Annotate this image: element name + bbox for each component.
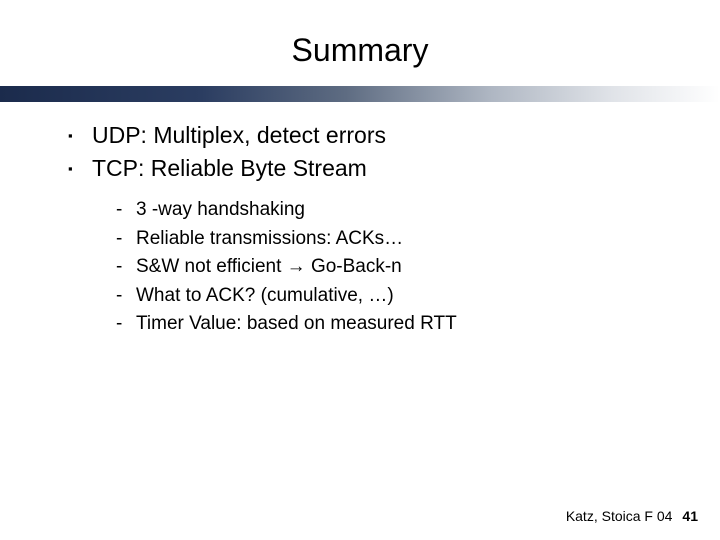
bullet-sub: - Reliable transmissions: ACKs… xyxy=(116,225,457,254)
bullet-text: TCP: Reliable Byte Stream xyxy=(92,153,367,184)
bullet-text: Reliable transmissions: ACKs… xyxy=(136,225,403,254)
bullet-sub: - Timer Value: based on measured RTT xyxy=(116,310,457,339)
title-divider xyxy=(0,86,720,102)
bullet-marker-icon: ▪ xyxy=(68,120,92,145)
bullet-sub: - S&W not efficient → Go-Back-n xyxy=(116,253,457,282)
bullet-text: 3 -way handshaking xyxy=(136,196,305,225)
bullet-text: S&W not efficient → Go-Back-n xyxy=(136,253,402,282)
bullet-text: What to ACK? (cumulative, …) xyxy=(136,282,394,311)
dash-icon: - xyxy=(116,253,136,282)
slide: Summary ▪ UDP: Multiplex, detect errors … xyxy=(0,0,720,540)
bullet-main: ▪ UDP: Multiplex, detect errors xyxy=(68,120,457,151)
sub-bullet-list: - 3 -way handshaking - Reliable transmis… xyxy=(116,196,457,339)
content-area: ▪ UDP: Multiplex, detect errors ▪ TCP: R… xyxy=(68,120,457,339)
dash-icon: - xyxy=(116,282,136,311)
bullet-marker-icon: ▪ xyxy=(68,153,92,178)
bullet-text: Timer Value: based on measured RTT xyxy=(136,310,457,339)
dash-icon: - xyxy=(116,196,136,225)
bullet-text: UDP: Multiplex, detect errors xyxy=(92,120,386,151)
bullet-sub: - 3 -way handshaking xyxy=(116,196,457,225)
footer-credit: Katz, Stoica F 04 xyxy=(566,508,673,524)
slide-title: Summary xyxy=(0,32,720,69)
page-number: 41 xyxy=(682,508,698,524)
footer: Katz, Stoica F 04 41 xyxy=(566,508,698,524)
bullet-main: ▪ TCP: Reliable Byte Stream xyxy=(68,153,457,184)
dash-icon: - xyxy=(116,225,136,254)
bullet-sub: - What to ACK? (cumulative, …) xyxy=(116,282,457,311)
dash-icon: - xyxy=(116,310,136,339)
